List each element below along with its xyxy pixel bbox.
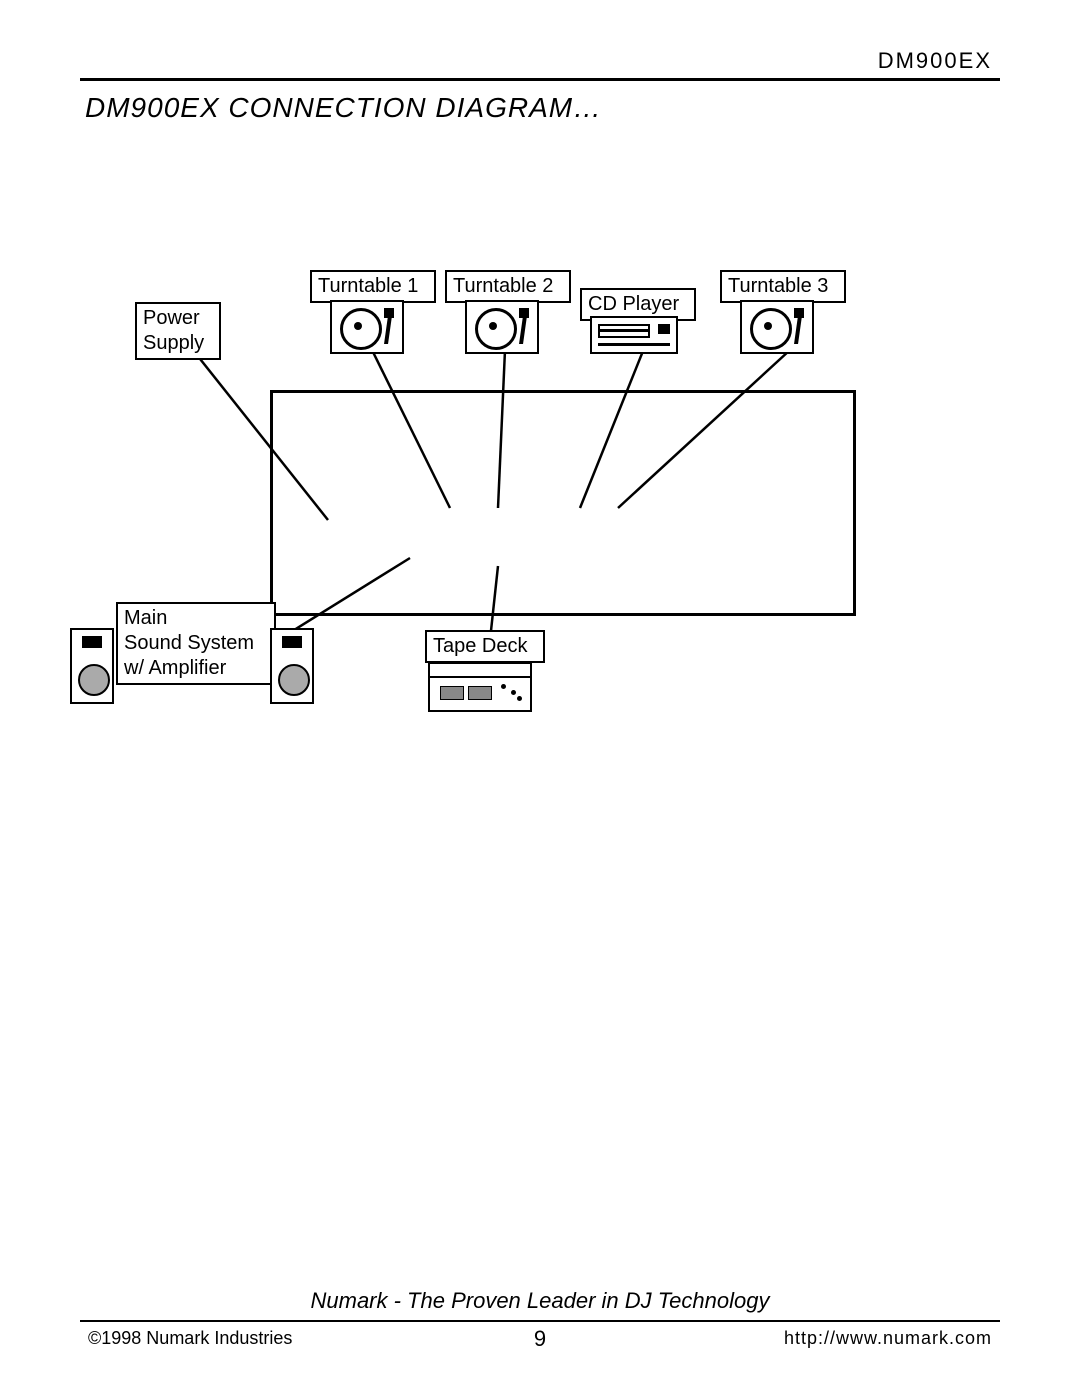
label-main-sound-system: Main Sound System w/ Amplifier [116, 602, 276, 685]
footer-url: http://www.numark.com [784, 1328, 992, 1349]
tape-deck-icon [428, 662, 532, 712]
speaker-left-icon [70, 628, 114, 704]
main-line3: w/ Amplifier [124, 657, 226, 679]
connection-diagram: Turntable 1 Turntable 2 CD Player Turnta… [80, 250, 1000, 770]
label-turntable-1: Turntable 1 [310, 270, 436, 303]
label-power-supply: Power Supply [135, 302, 221, 360]
speaker-right-icon [270, 628, 314, 704]
main-line2: Sound System [124, 632, 254, 654]
footer-slogan: Numark - The Proven Leader in DJ Technol… [0, 1288, 1080, 1314]
turntable-2-icon [465, 300, 539, 354]
page: DM900EX DM900EX CONNECTION DIAGRAM… Turn… [0, 0, 1080, 1397]
label-turntable-2: Turntable 2 [445, 270, 571, 303]
label-tape-deck: Tape Deck [425, 630, 545, 663]
label-turntable-3: Turntable 3 [720, 270, 846, 303]
power-supply-line1: Power [143, 307, 200, 329]
rule-top [80, 78, 1000, 81]
rule-bottom [80, 1320, 1000, 1322]
power-supply-line2: Supply [143, 332, 204, 354]
turntable-1-icon [330, 300, 404, 354]
cd-player-icon [590, 316, 678, 354]
page-title: DM900EX CONNECTION DIAGRAM… [85, 92, 602, 124]
turntable-3-icon [740, 300, 814, 354]
header-model: DM900EX [878, 48, 992, 74]
main-line1: Main [124, 607, 167, 629]
